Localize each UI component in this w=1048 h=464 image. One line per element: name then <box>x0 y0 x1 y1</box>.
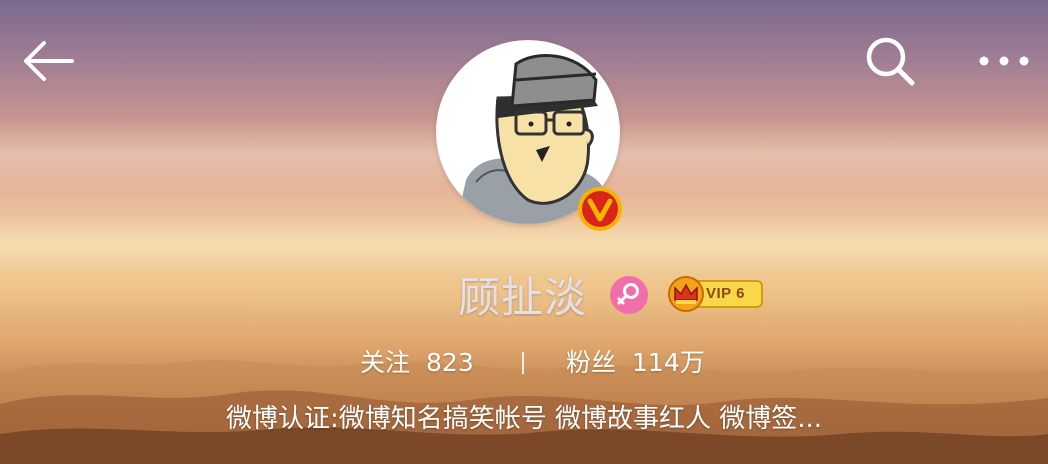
fans-count: 114万 <box>632 348 705 377</box>
more-button[interactable] <box>976 38 1032 84</box>
follow-stat[interactable]: 关注 823 <box>360 343 474 383</box>
more-dots-icon <box>979 56 1029 66</box>
bio-text: 微博认证:微博知名搞笑帐号 微博故事红人 微博签... <box>225 404 823 434</box>
search-button[interactable] <box>862 37 918 86</box>
follow-count: 823 <box>426 348 474 377</box>
sky-haze <box>0 215 1048 275</box>
vip-level-label: VIP 6 <box>706 285 745 302</box>
stats-bar: 关注 823 粉丝 114万 <box>0 343 1048 383</box>
stats-divider <box>522 352 524 374</box>
user-name: 顾扯淡 <box>458 273 588 322</box>
back-arrow-icon <box>24 41 74 81</box>
verification-bio[interactable]: 微博认证:微博知名搞笑帐号 微博故事红人 微博签... <box>0 399 1048 439</box>
female-gender-icon <box>610 276 648 314</box>
vip-badge[interactable]: VIP 6 <box>668 276 764 312</box>
fans-stat[interactable]: 粉丝 114万 <box>566 343 705 383</box>
follow-label: 关注 <box>360 348 411 377</box>
name-row: 顾扯淡 <box>0 273 1048 323</box>
verified-v-icon <box>578 187 622 231</box>
back-button[interactable] <box>20 38 76 84</box>
fans-label: 粉丝 <box>566 348 617 377</box>
search-icon <box>866 37 915 86</box>
profile-header: 顾扯淡 VIP 6 关注 823 粉丝 114万 微博认证:微博知名搞笑帐号 微博故… <box>0 0 1048 464</box>
